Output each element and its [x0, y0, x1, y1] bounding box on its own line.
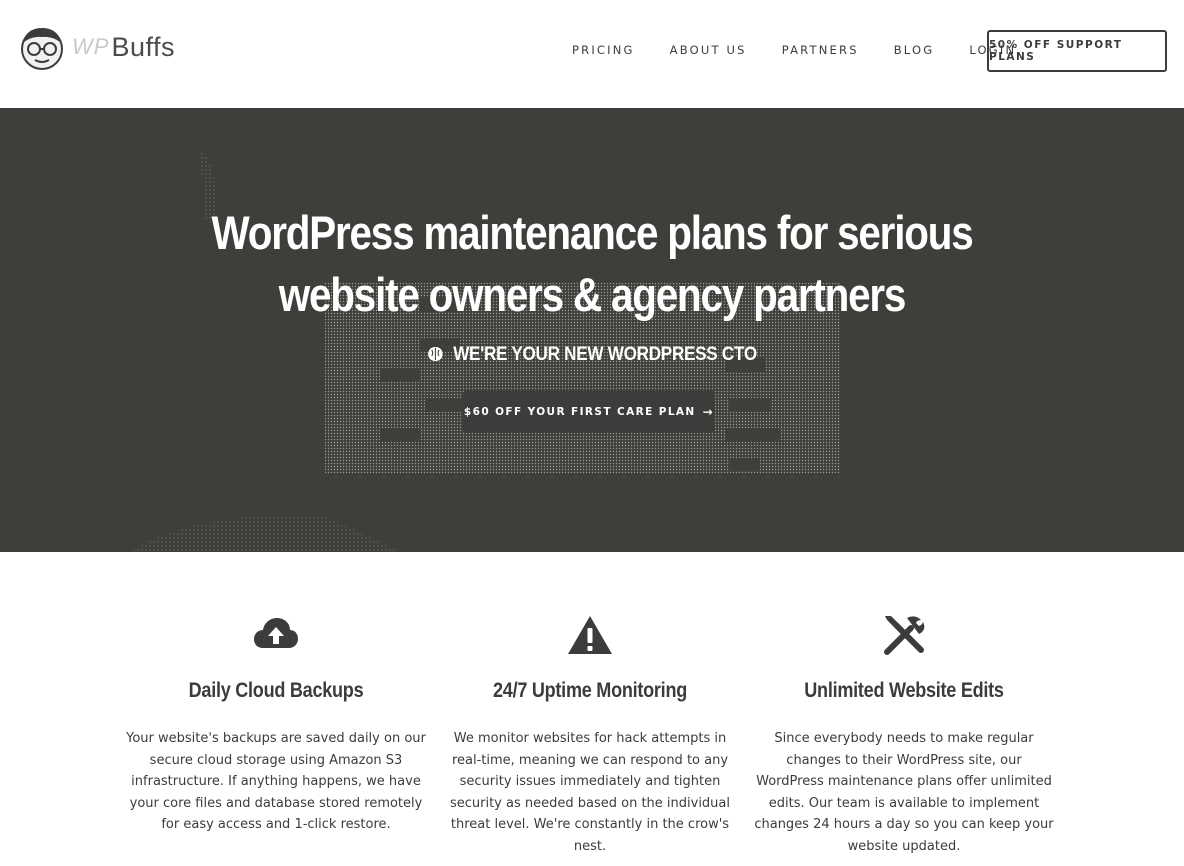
support-plans-button[interactable]: 50% OFF SUPPORT PLANS [987, 30, 1167, 72]
logo-prefix: WP [72, 34, 110, 59]
mascot-face-icon [21, 28, 63, 70]
cloud-upload-icon [126, 612, 426, 658]
hero-subtitle-text: WE'RE YOUR NEW WORDPRESS CTO [453, 344, 757, 365]
logo-text: Buffs [111, 31, 175, 62]
brain-icon [427, 344, 443, 365]
site-header: WP Buffs PRICING ABOUT US PARTNERS BLOG … [0, 0, 1184, 108]
features-section: Daily Cloud Backups Your website's backu… [0, 552, 1184, 866]
nav-pricing[interactable]: PRICING [572, 43, 635, 57]
warning-icon [440, 612, 740, 658]
nav-partners[interactable]: PARTNERS [782, 43, 859, 57]
main-nav: PRICING ABOUT US PARTNERS BLOG LOGIN [572, 43, 1051, 57]
nav-blog[interactable]: BLOG [894, 43, 935, 57]
feature-text: We monitor websites for hack attempts in… [449, 731, 731, 854]
feature-title: Daily Cloud Backups [188, 679, 364, 702]
arrow-right-icon: → [702, 405, 715, 419]
hero-title-line-2: website owners & agency partners [278, 268, 907, 321]
hero-section: WordPress maintenance plans for serious … [0, 108, 1184, 552]
tools-icon [754, 612, 1054, 658]
care-plan-discount-button[interactable]: $60 OFF YOUR FIRST CARE PLAN → [463, 391, 715, 433]
feature-text: Since everybody needs to make regular ch… [754, 731, 1054, 854]
site-logo[interactable]: WP Buffs [16, 22, 175, 72]
feature-text: Your website's backups are saved daily o… [126, 731, 426, 833]
feature-title: 24/7 Uptime Monitoring [492, 679, 688, 702]
care-plan-button-label: $60 OFF YOUR FIRST CARE PLAN [463, 406, 696, 418]
hero-title-line-1: WordPress maintenance plans for serious [211, 206, 974, 259]
nav-about-us[interactable]: ABOUT US [670, 43, 747, 57]
hero-title: WordPress maintenance plans for serious … [83, 202, 1101, 326]
hero-background-image [130, 148, 840, 552]
feature-title: Unlimited Website Edits [804, 679, 1004, 702]
hero-subtitle: WE'RE YOUR NEW WORDPRESS CTO [59, 344, 1125, 366]
